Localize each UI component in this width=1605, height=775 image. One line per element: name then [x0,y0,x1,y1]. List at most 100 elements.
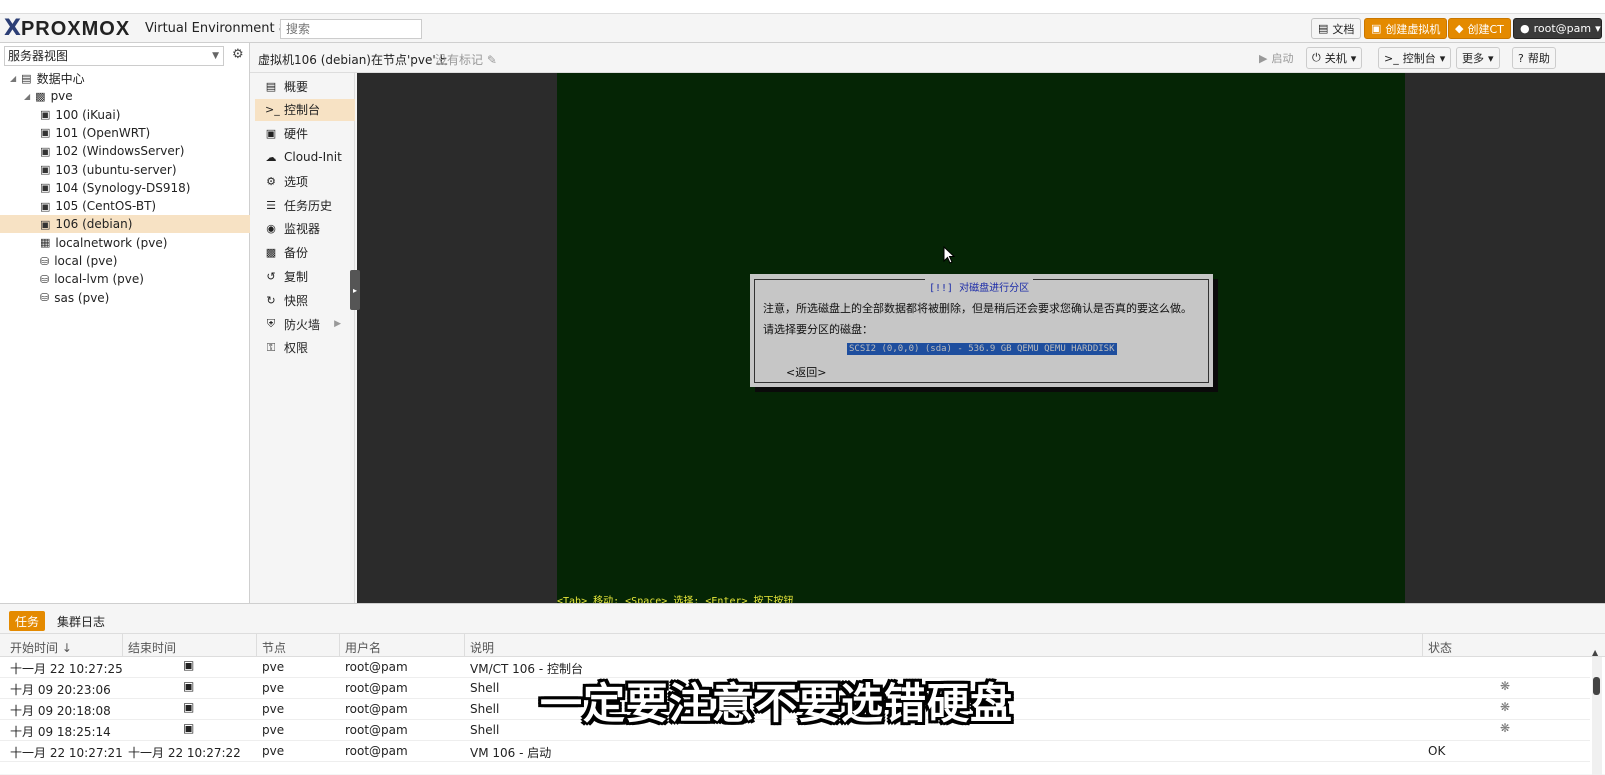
tree-item[interactable]: ▣ 105 (CentOS-BT) [0,197,250,215]
tab-cluster-log[interactable]: 集群日志 [51,611,111,631]
vm-menu-item[interactable]: ▤ 概要 [255,75,355,97]
column-separator[interactable] [339,634,340,657]
column-separator[interactable] [1422,634,1423,657]
help-button[interactable]: ? 帮助 [1512,47,1556,69]
cell-desc: Shell [470,702,500,716]
column-separator[interactable] [256,634,257,657]
tree-item[interactable]: ⛁ local-lvm (pve) [0,270,250,288]
documentation-button[interactable]: ▤ 文档 [1311,18,1362,39]
submenu-arrow-icon: ▶ [334,319,341,329]
more-button[interactable]: 更多 ▾ [1456,47,1500,69]
resource-tree-panel: 服务器视图 ▼ ⚙ ◢ ▤ 数据中心 ◢ ▩ pve ▣ 100 (iKuai) ▣ 101 (O… [0,43,250,603]
monitor-icon: ▣ [183,679,195,693]
vm-menu-item[interactable]: ▣ 硬件 [255,123,355,145]
dialog-title: [!!] 对磁盘进行分区 [925,279,1034,294]
console-label: 控制台 [1402,52,1436,65]
view-select[interactable]: 服务器视图 ▼ [4,46,224,66]
logo-mark: X [4,16,21,41]
create-vm-button[interactable]: ▣ 创建虚拟机 [1364,18,1448,39]
vm-desktop-icon: ▣ [40,163,51,176]
table-row[interactable]: 十一月 22 10:27:21 十一月 22 10:27:22 pve root@pa… [0,741,1590,762]
tree-item[interactable]: ▣ 104 (Synology-DS918) [0,179,250,197]
column-separator[interactable] [122,634,123,657]
console-button[interactable]: >_ 控制台 ▾ [1378,47,1452,69]
vm-menu-label: 快照 [284,293,309,308]
tree-item[interactable]: ▣ 101 (OpenWRT) [0,124,250,142]
vm-menu-label: 监视器 [284,222,321,237]
tree-item[interactable]: ▣ 102 (WindowsServer) [0,142,250,160]
column-header[interactable]: 节点 [262,639,286,656]
column-header[interactable]: 开始时间 ↓ [10,639,72,656]
scroll-thumb[interactable] [1593,677,1600,695]
vm-menu-label: 选项 [284,174,309,189]
vm-menu-item[interactable]: >_ 控制台 [255,98,355,121]
view-select-value: 服务器视图 [8,49,69,63]
unlock-icon: ⚿ [266,340,276,354]
column-header[interactable]: 状态 [1428,639,1452,656]
tree-item[interactable]: ◢ ▤ 数据中心 [0,69,250,87]
user-menu-button[interactable]: ● root@pam ▾ [1513,18,1602,39]
vm-menu-item[interactable]: ▩ 备份 [255,242,355,264]
expand-toggle-icon[interactable]: ◢ [10,74,16,83]
tags-area[interactable]: 没有标记 ✎ [435,51,497,68]
start-button[interactable]: ▶ 启动 [1254,47,1298,69]
user-label: root@pam [1533,22,1592,35]
cell-start: 十一月 22 10:27:21 [10,746,123,760]
search-input[interactable] [280,19,422,39]
video-subtitle: 一定要注意不要选错硬盘 [540,679,1014,728]
history-icon: ↻ [266,293,276,307]
monitor-icon: ▣ [265,127,277,141]
scrollbar[interactable] [1592,657,1602,775]
eye-icon: ◉ [266,222,276,236]
tree-item[interactable]: ⛁ local (pve) [0,252,250,270]
tree-item[interactable]: ▣ 100 (iKuai) [0,106,250,124]
floppy-icon: ▩ [265,246,277,260]
tree-item[interactable]: ⛁ sas (pve) [0,289,250,307]
column-header[interactable]: 说明 [470,639,494,656]
vm-menu-item[interactable]: ◉ 监视器 [255,218,355,240]
vm-menu-item[interactable]: ↺ 复制 [255,265,355,287]
gear-icon[interactable]: ⚙ [232,47,248,63]
spinner-icon: ❋ [1500,721,1511,735]
tree-item[interactable]: ▣ 103 (ubuntu-server) [0,161,250,179]
vm-menu-item[interactable]: ☁ Cloud-Init [255,146,355,168]
expand-toggle-icon[interactable]: ◢ [24,92,30,101]
column-header[interactable]: 结束时间 [128,639,176,656]
monitor-icon: ▣ [183,658,195,672]
collapse-handle[interactable]: ▸ [350,270,360,310]
cell-user: root@pam [345,723,408,737]
shutdown-button[interactable]: ⏻ 关机 ▾ [1306,47,1363,69]
create-ct-button[interactable]: ◆ 创建CT [1448,18,1511,39]
go-back-button[interactable]: <返回> [786,364,826,380]
vm-desktop-icon: ▣ [40,126,51,140]
create-ct-label: 创建CT [1467,22,1504,36]
vm-menu-item[interactable]: ⛨ 防火墙 ▶ [255,313,355,335]
vm-desktop-icon: ▣ [40,144,51,158]
tree-item[interactable]: ◢ ▩ pve [0,87,250,105]
dialog-message: 注意，所选磁盘上的全部数据都将被删除，但是稍后还会要求您确认是否真的要这么做。 [763,302,1192,315]
bookmarks-bar [0,0,1605,14]
pencil-icon[interactable]: ✎ [487,53,497,67]
vm-desktop-icon: ▣ [40,217,51,231]
task-table-header: 开始时间 ↓ 结束时间 节点 用户名 说明 状态 [0,634,1605,657]
tab-tasks[interactable]: 任务 [9,611,46,631]
column-separator[interactable] [464,634,465,657]
vm-title: 虚拟机106 (debian)在节点'pve'上 [258,53,448,67]
cell-desc: Shell [470,723,500,737]
vm-menu-label: Cloud-Init [284,150,342,165]
tree-item-label: 数据中心 [36,71,85,86]
tree-item[interactable]: ▦ localnetwork (pve) [0,234,250,252]
vm-menu-item[interactable]: ☰ 任务历史 [255,194,355,216]
vm-menu-label: 任务历史 [284,198,333,213]
vm-menu-item[interactable]: ↻ 快照 [255,289,355,311]
cell-user: root@pam [345,681,408,695]
cell-node: pve [262,681,285,695]
cell-user: root@pam [345,702,408,716]
vm-menu-item[interactable]: ⚿ 权限 [255,337,355,359]
vm-menu-item[interactable]: ⚙ 选项 [255,170,355,192]
column-header[interactable]: 用户名 [345,639,381,656]
tree-item[interactable]: ▣ 106 (debian) [0,215,250,234]
scroll-up-icon[interactable]: ▲ [1592,648,1598,657]
book-icon: ▤ [1318,22,1329,35]
disk-option[interactable]: SCSI2 (0,0,0) (sda) - 536.9 GB QEMU QEMU… [847,343,1117,355]
